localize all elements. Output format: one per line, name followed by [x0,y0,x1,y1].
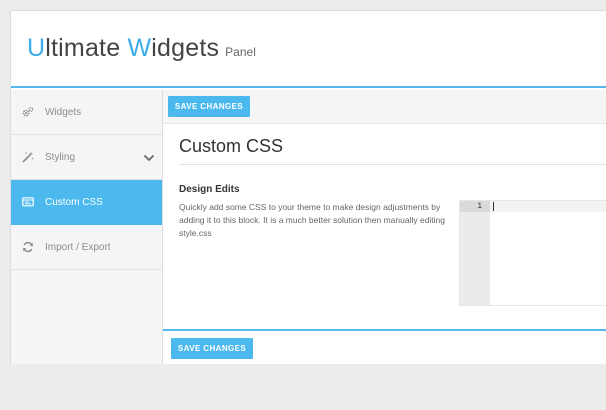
sidebar-item-label: Import / Export [45,241,111,253]
field-description: Quickly add some CSS to your theme to ma… [179,202,446,238]
sidebar-item-widgets[interactable]: Widgets [11,90,162,135]
title-divider [179,164,606,165]
chevron-down-icon[interactable] [143,151,155,163]
logo-text-idgets: idgets [151,34,220,62]
sidebar-item-custom-css[interactable]: Custom CSS [11,180,162,225]
line-number: 1 [460,201,490,212]
logo-text-ltimate: ltimate [45,34,128,62]
save-changes-button-bottom[interactable]: SAVE CHANGES [171,338,253,359]
sidebar-item-label: Styling [45,151,76,163]
field-label-design-edits: Design Edits [179,184,240,195]
css-code-editor[interactable]: 1 [459,200,606,306]
sidebar-item-styling[interactable]: Styling [11,135,162,180]
gears-icon [21,105,35,119]
options-panel: Ultimate Widgets Panel Widgets Styling C… [10,10,606,364]
panel-header: Ultimate Widgets Panel [11,11,606,88]
main-content: SAVE CHANGES Custom CSS Design Edits Qui… [163,90,606,364]
sidebar-item-label: Widgets [45,106,82,118]
logo-initial-w: W [127,34,152,62]
logo-initial-u: U [27,34,46,62]
magic-wand-icon [21,150,35,164]
code-window-icon [21,195,35,209]
refresh-icon [21,240,35,254]
page-title: Custom CSS [179,136,284,156]
top-toolbar: SAVE CHANGES [163,90,606,124]
save-changes-button-top[interactable]: SAVE CHANGES [168,96,250,117]
panel-logo: Ultimate Widgets Panel [27,34,256,63]
logo-subtitle: Panel [225,45,256,59]
text-cursor [493,202,494,211]
sidebar-nav: Widgets Styling Custom CSS Import / Expo… [11,90,163,364]
bottom-toolbar: SAVE CHANGES [163,329,606,364]
editor-gutter [460,201,490,305]
sidebar-item-label: Custom CSS [45,196,103,208]
editor-active-line[interactable] [490,201,606,212]
sidebar-item-import-export[interactable]: Import / Export [11,225,162,270]
